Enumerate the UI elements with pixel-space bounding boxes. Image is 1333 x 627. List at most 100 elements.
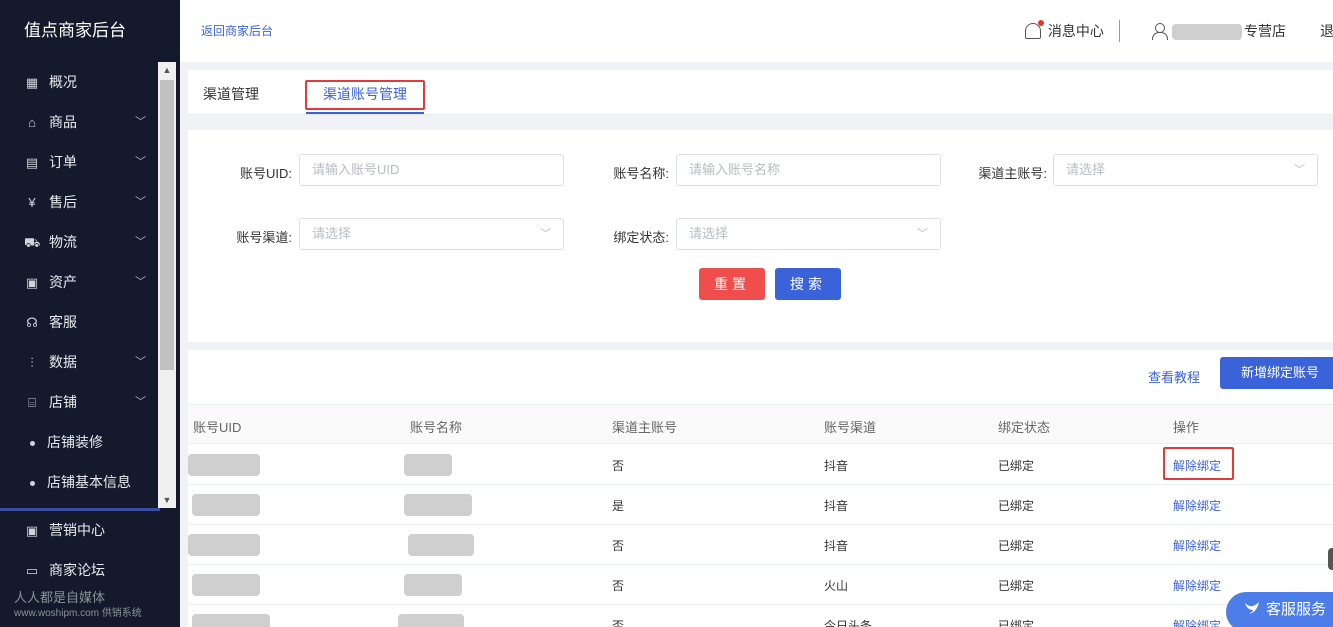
table-row: 是 抖音 已绑定 解除绑定: [188, 485, 1333, 525]
sidebar-item-forum[interactable]: ▭ 商家论坛: [0, 550, 180, 590]
side-handle[interactable]: [1328, 548, 1333, 570]
sidebar-subitem-label: 店铺基本信息: [47, 474, 131, 490]
bind-status-label: 绑定状态:: [613, 230, 669, 245]
uid-label: 账号UID:: [239, 166, 292, 181]
sidebar-item-overview[interactable]: ▦ 概况: [0, 62, 160, 102]
master-account-cell: 否: [612, 539, 625, 553]
add-bound-account-button[interactable]: 新增绑定账号: [1220, 357, 1333, 389]
table-row: 否 今日头条 已绑定 解除绑定: [188, 605, 1333, 627]
channel-cell: 今日头条: [824, 619, 873, 627]
scroll-down-icon[interactable]: ▼: [158, 492, 176, 508]
highlight-box-unbind: [1163, 447, 1234, 480]
bar-chart-icon: ⫶: [30, 355, 34, 370]
customer-service-button[interactable]: 客服服务: [1226, 592, 1333, 627]
sidebar-item-logistics[interactable]: ⛟ 物流 ﹀: [0, 222, 160, 262]
chevron-down-icon: ﹀: [917, 228, 928, 240]
uid-input[interactable]: 请输入账号UID: [299, 154, 564, 186]
customer-service-label: 客服服务: [1266, 601, 1327, 618]
redacted-uid: [192, 494, 260, 516]
unbind-link[interactable]: 解除绑定: [1173, 617, 1221, 627]
chevron-down-icon: ﹀: [135, 276, 146, 288]
column-header: 绑定状态: [998, 420, 1051, 435]
sidebar-item-label: 客服: [49, 314, 77, 330]
status-cell: 已绑定: [998, 579, 1035, 593]
redacted-account-name: [404, 574, 462, 596]
sidebar-item-customer-service[interactable]: ☊ 客服: [0, 302, 160, 342]
sidebar-item-label: 营销中心: [49, 522, 105, 538]
store-icon: ⌸: [28, 395, 36, 410]
tab-channel-management[interactable]: 渠道管理: [203, 84, 259, 104]
redacted-account-name: [404, 454, 452, 476]
master-account-label: 渠道主账号:: [978, 166, 1047, 181]
watermark-text: 人人都是自媒体: [14, 590, 106, 605]
message-center-label: 消息中心: [1047, 23, 1104, 39]
sidebar-item-store[interactable]: ⌸ 店铺 ﹀: [0, 382, 160, 422]
sidebar-item-assets[interactable]: ▣ 资产 ﹀: [0, 262, 160, 302]
column-header: 账号渠道: [824, 420, 877, 435]
chevron-down-icon: ﹀: [135, 396, 146, 408]
asset-icon: ▣: [25, 275, 39, 290]
watermark-url: www.woshipm.com: [14, 608, 100, 619]
account-name-input[interactable]: 请输入账号名称: [676, 154, 941, 186]
table-row: 否 抖音 已绑定 解除绑定: [188, 445, 1333, 485]
master-account-cell: 否: [612, 619, 625, 627]
scroll-up-icon[interactable]: ▲: [158, 62, 176, 78]
bullet-icon: [30, 480, 35, 486]
master-account-cell: 是: [612, 499, 625, 513]
redacted-uid: [192, 614, 270, 627]
header-divider: [1119, 20, 1120, 42]
sidebar-subitem-store-info[interactable]: 店铺基本信息: [0, 462, 160, 502]
active-tab-indicator: [306, 112, 424, 114]
unbind-link[interactable]: 解除绑定: [1173, 537, 1221, 554]
sidebar-bottom: ▣ 营销中心 ▭ 商家论坛: [0, 510, 180, 590]
order-icon: ▤: [25, 155, 39, 170]
column-header: 操作: [1173, 420, 1200, 435]
truck-icon: ⛟: [24, 235, 41, 250]
notification-dot: [1038, 20, 1044, 26]
sidebar-menu: ▦ 概况 ⌂ 商品 ﹀ ▤ 订单 ﹀ ¥ 售后 ﹀ ⛟ 物流 ﹀ ▣ 资产 ﹀ ☊ 客服 ⫶ 数…: [0, 62, 160, 508]
unbind-link[interactable]: 解除绑定: [1173, 497, 1221, 514]
app-title: 值点商家后台: [24, 21, 126, 40]
sidebar-item-supply-label[interactable]: 供销系统: [102, 608, 142, 619]
select-placeholder: 请选择: [312, 226, 352, 241]
bag-icon: ⌂: [28, 115, 36, 130]
master-account-cell: 否: [612, 459, 625, 473]
sidebar-subitem-label: 店铺装修: [47, 434, 103, 450]
sidebar-item-products[interactable]: ⌂ 商品 ﹀: [0, 102, 160, 142]
logout-button[interactable]: 退: [1320, 21, 1333, 41]
unbind-link[interactable]: 解除绑定: [1173, 577, 1221, 594]
sidebar-item-marketing[interactable]: ▣ 营销中心: [0, 510, 180, 550]
sidebar-subitem-store-decoration[interactable]: 店铺装修: [0, 422, 160, 462]
yen-box-icon: ¥: [28, 195, 36, 210]
account-channel-select[interactable]: 请选择 ﹀: [299, 218, 564, 250]
channel-cell: 抖音: [824, 459, 849, 473]
bind-status-select[interactable]: 请选择 ﹀: [676, 218, 941, 250]
sidebar-item-label: 概况: [49, 74, 77, 90]
status-cell: 已绑定: [998, 459, 1035, 473]
back-to-dashboard-link[interactable]: 返回商家后台: [201, 22, 273, 39]
user-menu[interactable]: 专营店: [1152, 21, 1286, 41]
reset-button[interactable]: 重置: [699, 268, 765, 300]
chevron-down-icon: ﹀: [1294, 164, 1305, 176]
scrollbar-thumb[interactable]: [160, 80, 174, 370]
sidebar-scrollbar[interactable]: ▲ ▼: [158, 62, 176, 508]
sidebar-item-orders[interactable]: ▤ 订单 ﹀: [0, 142, 160, 182]
column-header: 账号名称: [410, 420, 463, 435]
sidebar-item-label: 店铺: [49, 394, 77, 410]
sidebar-item-data[interactable]: ⫶ 数据 ﹀: [0, 342, 160, 382]
status-cell: 已绑定: [998, 539, 1035, 553]
sidebar-item-label: 数据: [49, 354, 77, 370]
user-icon: [1152, 23, 1168, 40]
sidebar-item-after-sales[interactable]: ¥ 售后 ﹀: [0, 182, 160, 222]
chevron-down-icon: ﹀: [135, 196, 146, 208]
message-center-button[interactable]: 消息中心: [1025, 20, 1104, 41]
search-button[interactable]: 搜索: [775, 268, 841, 300]
redacted-uid: [188, 454, 260, 476]
view-tutorial-link[interactable]: 查看教程: [1148, 367, 1200, 386]
store-name-suffix: 专营店: [1244, 23, 1286, 39]
redacted-account-name: [398, 614, 464, 627]
master-account-select[interactable]: 请选择 ﹀: [1053, 154, 1318, 186]
bird-icon: [1245, 602, 1259, 614]
table-row: 否 火山 已绑定 解除绑定: [188, 565, 1333, 605]
select-placeholder: 请选择: [1066, 162, 1106, 177]
